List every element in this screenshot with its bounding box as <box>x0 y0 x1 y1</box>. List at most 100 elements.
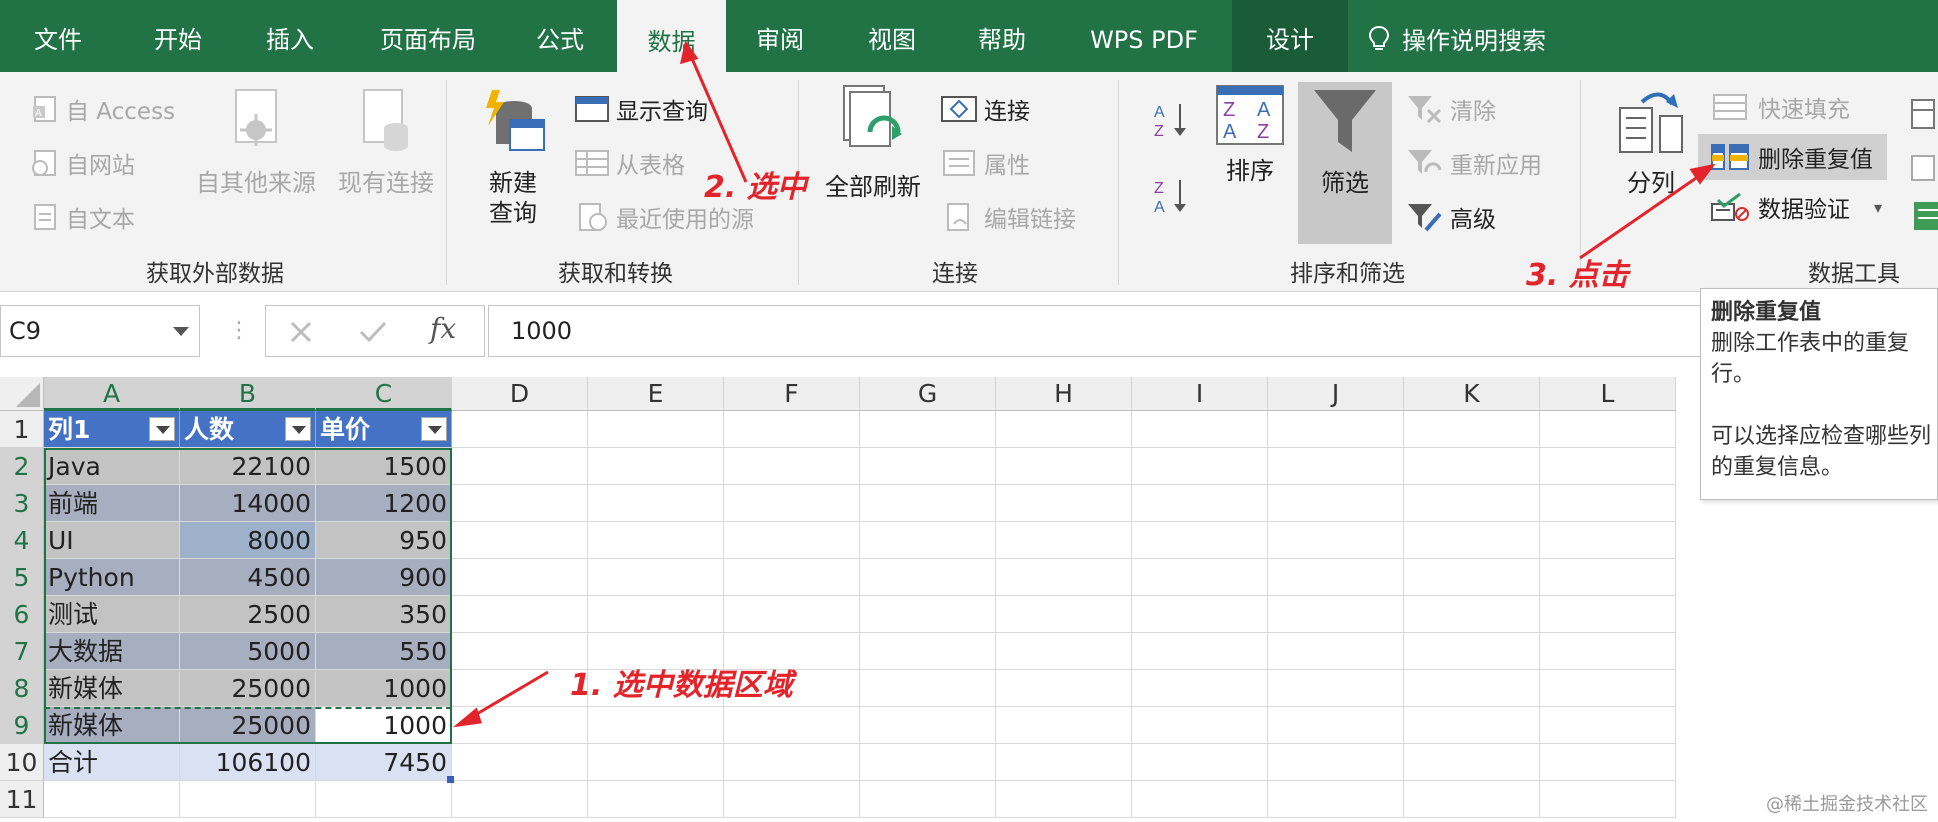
cell-i6[interactable] <box>1132 596 1268 633</box>
from-access-button[interactable]: A 自 Access <box>30 92 175 126</box>
cell-a10[interactable]: 合计 <box>44 744 180 781</box>
cell-c4[interactable]: 950 <box>316 522 452 559</box>
cell-h2[interactable] <box>996 448 1132 485</box>
cell-k7[interactable] <box>1404 633 1540 670</box>
row-header-11[interactable]: 11 <box>0 781 44 818</box>
chevron-down-icon[interactable] <box>173 327 189 336</box>
reapply-button[interactable]: 重新应用 <box>1406 146 1542 180</box>
existing-connections-button[interactable]: 现有连接 <box>326 86 446 198</box>
column-header-f[interactable]: F <box>724 377 860 411</box>
cell-a11[interactable] <box>44 781 180 818</box>
column-header-c[interactable]: C <box>316 377 452 411</box>
row-header-10[interactable]: 10 <box>0 744 44 781</box>
sort-ascending-button[interactable]: AZ <box>1152 100 1192 140</box>
cell-b3[interactable]: 14000 <box>180 485 316 522</box>
cell-g7[interactable] <box>860 633 996 670</box>
refresh-all-button[interactable]: 全部刷新 <box>818 82 928 202</box>
cell-l4[interactable] <box>1540 522 1676 559</box>
flash-fill-button[interactable]: 快速填充 <box>1712 90 1850 124</box>
cell-h8[interactable] <box>996 670 1132 707</box>
from-table-button[interactable]: 从表格 <box>574 146 685 180</box>
advanced-filter-button[interactable]: 高级 <box>1406 200 1496 234</box>
cell-j2[interactable] <box>1268 448 1404 485</box>
column-header-h[interactable]: H <box>996 377 1132 411</box>
row-header-1[interactable]: 1 <box>0 411 44 448</box>
tab-home[interactable]: 开始 <box>120 0 236 72</box>
cell-k3[interactable] <box>1404 485 1540 522</box>
cell-h6[interactable] <box>996 596 1132 633</box>
cell-c6[interactable]: 350 <box>316 596 452 633</box>
cell-l9[interactable] <box>1540 707 1676 744</box>
text-to-columns-button[interactable]: 分列 <box>1606 86 1696 198</box>
cell-d10[interactable] <box>452 744 588 781</box>
cell-d2[interactable] <box>452 448 588 485</box>
cell-a7[interactable]: 大数据 <box>44 633 180 670</box>
cell-j5[interactable] <box>1268 559 1404 596</box>
cell-c9[interactable]: 1000 <box>316 707 452 744</box>
connections-button[interactable]: 连接 <box>940 92 1030 126</box>
cell-l6[interactable] <box>1540 596 1676 633</box>
row-header-7[interactable]: 7 <box>0 633 44 670</box>
cell-l8[interactable] <box>1540 670 1676 707</box>
cell-b6[interactable]: 2500 <box>180 596 316 633</box>
cell-b7[interactable]: 5000 <box>180 633 316 670</box>
cell-l11[interactable] <box>1540 781 1676 818</box>
tab-page-layout[interactable]: 页面布局 <box>352 0 504 72</box>
cell-i2[interactable] <box>1132 448 1268 485</box>
column-header-a[interactable]: A <box>44 377 180 411</box>
cell-a6[interactable]: 测试 <box>44 596 180 633</box>
cell-b9[interactable]: 25000 <box>180 707 316 744</box>
cell-e11[interactable] <box>588 781 724 818</box>
other-sources-button[interactable]: 自其他来源 <box>196 86 316 198</box>
cell-f4[interactable] <box>724 522 860 559</box>
cell-e4[interactable] <box>588 522 724 559</box>
cell-j4[interactable] <box>1268 522 1404 559</box>
cell-g2[interactable] <box>860 448 996 485</box>
cell-e2[interactable] <box>588 448 724 485</box>
cell-b10[interactable]: 106100 <box>180 744 316 781</box>
sort-descending-button[interactable]: ZA <box>1152 176 1192 216</box>
cell-h9[interactable] <box>996 707 1132 744</box>
column-header-d[interactable]: D <box>452 377 588 411</box>
cell-i5[interactable] <box>1132 559 1268 596</box>
cell-j1[interactable] <box>1268 411 1404 448</box>
cell-k6[interactable] <box>1404 596 1540 633</box>
tab-help[interactable]: 帮助 <box>948 0 1056 72</box>
column-header-j[interactable]: J <box>1268 377 1404 411</box>
filter-button[interactable]: 筛选 <box>1298 82 1392 244</box>
cell-e9[interactable] <box>588 707 724 744</box>
cell-d3[interactable] <box>452 485 588 522</box>
cell-k1[interactable] <box>1404 411 1540 448</box>
cell-e5[interactable] <box>588 559 724 596</box>
cell-k4[interactable] <box>1404 522 1540 559</box>
cell-k8[interactable] <box>1404 670 1540 707</box>
row-header-6[interactable]: 6 <box>0 596 44 633</box>
cell-h3[interactable] <box>996 485 1132 522</box>
remove-duplicates-button[interactable]: 删除重复值 <box>1698 134 1887 180</box>
cell-l2[interactable] <box>1540 448 1676 485</box>
row-header-4[interactable]: 4 <box>0 522 44 559</box>
clear-filter-button[interactable]: 清除 <box>1406 92 1496 126</box>
cell-a2[interactable]: Java <box>44 448 180 485</box>
consolidate-icon[interactable] <box>1908 96 1938 136</box>
cell-h1[interactable] <box>996 411 1132 448</box>
cell-d6[interactable] <box>452 596 588 633</box>
edit-links-button[interactable]: 编辑链接 <box>940 200 1076 234</box>
tell-me-search[interactable]: 操作说明搜索 <box>1368 0 1546 72</box>
cell-b8[interactable]: 25000 <box>180 670 316 707</box>
filter-dropdown-icon[interactable] <box>285 417 311 441</box>
cell-d8[interactable] <box>452 670 588 707</box>
cell-c11[interactable] <box>316 781 452 818</box>
filter-dropdown-icon[interactable] <box>149 417 175 441</box>
cell-d9[interactable] <box>452 707 588 744</box>
cell-d7[interactable] <box>452 633 588 670</box>
row-header-9[interactable]: 9 <box>0 707 44 744</box>
from-web-button[interactable]: 自网站 <box>30 146 135 180</box>
tab-insert[interactable]: 插入 <box>232 0 348 72</box>
select-all-corner[interactable] <box>0 377 44 411</box>
chevron-down-icon[interactable]: ▾ <box>1874 198 1882 217</box>
cell-e3[interactable] <box>588 485 724 522</box>
cell-i11[interactable] <box>1132 781 1268 818</box>
name-box[interactable]: C9 <box>0 305 200 357</box>
cancel-icon[interactable] <box>288 319 314 345</box>
